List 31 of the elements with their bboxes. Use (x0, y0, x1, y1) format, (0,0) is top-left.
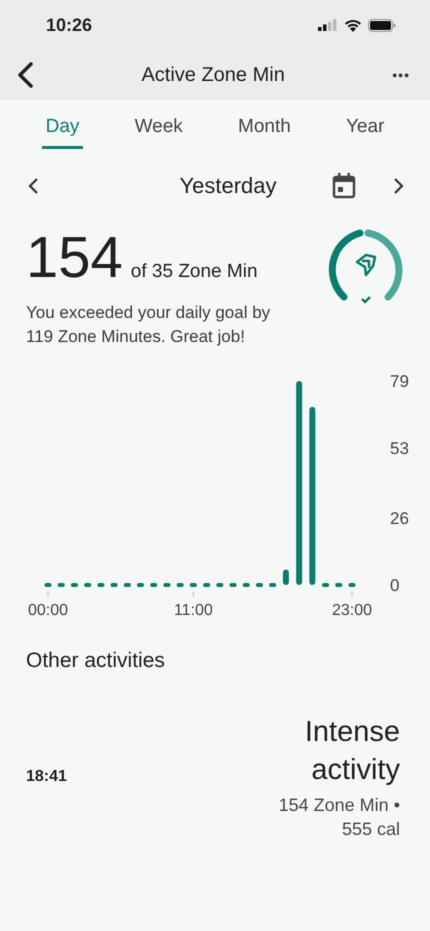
period-tab[interactable]: Week (130, 114, 187, 149)
period-tab[interactable]: Year (342, 114, 388, 149)
activity-details: 154 Zone Min • 555 cal (278, 794, 400, 841)
chevron-right-icon (392, 177, 404, 195)
activity-name[interactable]: Intense activity (280, 713, 400, 789)
chevron-left-icon (28, 177, 40, 195)
y-tick-label: 26 (390, 508, 409, 528)
more-button[interactable]: ••• (386, 66, 416, 84)
y-tick-label: 0 (390, 576, 400, 595)
x-tick-label: 00:00 (28, 602, 68, 619)
goal-message: You exceeded your daily goal by 119 Zone Minutes. Great job! (26, 302, 272, 348)
section-title: Other activities (25, 648, 166, 673)
battery-icon (368, 18, 396, 32)
x-tick-label: 11:00 (174, 602, 213, 619)
date-label: Yesterday (179, 173, 277, 199)
x-tick (192, 592, 194, 598)
calendar-icon[interactable] (332, 173, 356, 199)
x-tick-label: 23:00 (332, 602, 372, 619)
period-tab[interactable]: Day (42, 114, 84, 149)
signal-icon (318, 19, 338, 31)
status-time: 10:26 (46, 14, 92, 36)
chart-bar (282, 570, 289, 585)
goal-label: of 35 Zone Min (130, 261, 258, 283)
wifi-icon (344, 18, 362, 32)
y-tick-label: 79 (390, 372, 409, 391)
y-tick-label: 53 (390, 439, 409, 458)
back-icon (16, 61, 34, 89)
zone-minutes-value: 154 (26, 229, 123, 287)
activity-time: 18:41 (26, 768, 67, 786)
page-title: Active Zone Min (141, 64, 285, 86)
period-tab[interactable]: Month (234, 114, 295, 149)
